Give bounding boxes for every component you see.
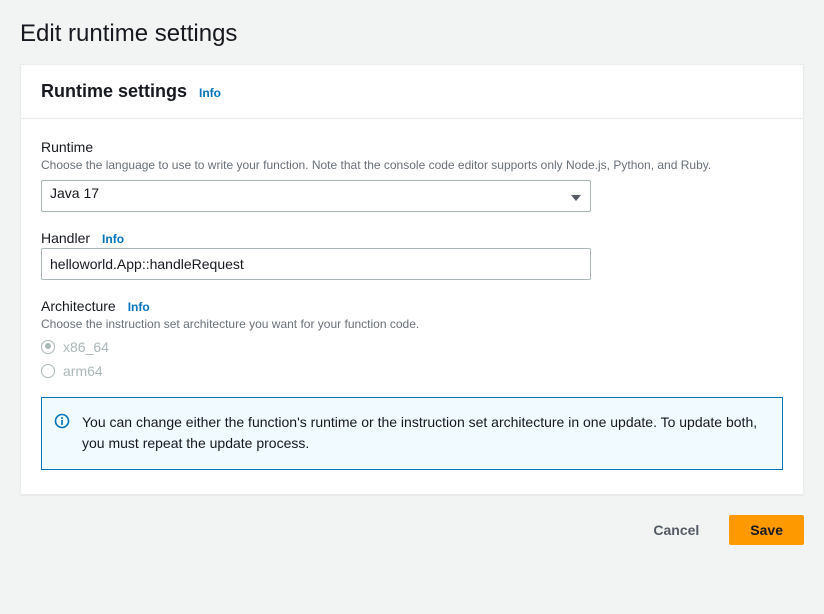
runtime-select[interactable]: Java 17 xyxy=(41,180,591,212)
page-title: Edit runtime settings xyxy=(20,20,804,48)
handler-label: Handler xyxy=(41,230,90,246)
architecture-radio-x86-label: x86_64 xyxy=(63,339,109,355)
runtime-label: Runtime xyxy=(41,139,93,155)
radio-icon xyxy=(41,364,55,378)
handler-input[interactable] xyxy=(41,248,591,280)
info-icon xyxy=(54,413,70,455)
architecture-radio-arm-label: arm64 xyxy=(63,363,103,379)
architecture-info-link[interactable]: Info xyxy=(128,300,150,314)
panel-header: Runtime settings Info xyxy=(21,65,803,119)
info-alert-text: You can change either the function's run… xyxy=(82,412,766,455)
save-button[interactable]: Save xyxy=(729,515,804,545)
runtime-field: Runtime Choose the language to use to wr… xyxy=(41,139,783,212)
runtime-description: Choose the language to use to write your… xyxy=(41,157,783,174)
architecture-radio-x86: x86_64 xyxy=(41,339,783,355)
runtime-settings-panel: Runtime settings Info Runtime Choose the… xyxy=(20,64,804,495)
cancel-button[interactable]: Cancel xyxy=(633,515,719,545)
panel-title: Runtime settings xyxy=(41,81,187,102)
architecture-radio-group: x86_64 arm64 xyxy=(41,339,783,379)
panel-body: Runtime Choose the language to use to wr… xyxy=(21,119,803,494)
architecture-description: Choose the instruction set architecture … xyxy=(41,316,783,333)
panel-info-link[interactable]: Info xyxy=(199,86,221,100)
handler-info-link[interactable]: Info xyxy=(102,232,124,246)
architecture-radio-arm: arm64 xyxy=(41,363,783,379)
architecture-label: Architecture xyxy=(41,298,116,314)
handler-field: Handler Info xyxy=(41,230,783,280)
info-alert: You can change either the function's run… xyxy=(41,397,783,470)
architecture-field: Architecture Info Choose the instruction… xyxy=(41,298,783,379)
button-row: Cancel Save xyxy=(20,515,804,545)
radio-icon xyxy=(41,340,55,354)
